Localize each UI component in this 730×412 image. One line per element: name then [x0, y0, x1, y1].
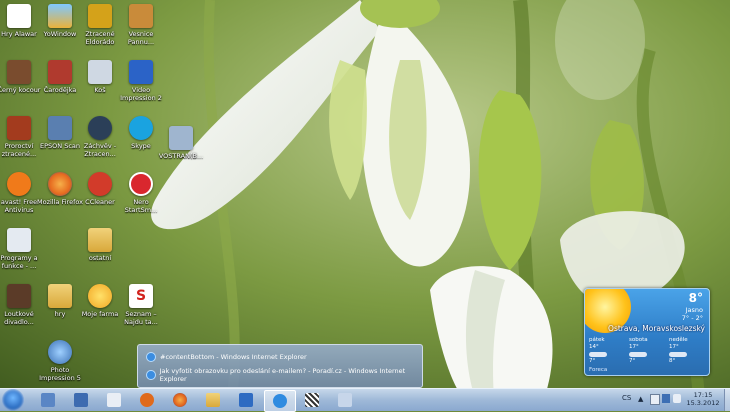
internet-explorer-icon — [146, 352, 156, 362]
nero-icon — [129, 172, 153, 196]
internet-explorer-icon — [146, 370, 156, 380]
firefox-icon — [48, 172, 72, 196]
notepad-icon — [107, 393, 121, 407]
game-character-icon — [7, 60, 31, 84]
witch-game-icon — [48, 60, 72, 84]
taskbar-button-paint[interactable] — [330, 390, 360, 410]
explorer-folder-icon — [206, 393, 220, 407]
weather-temperature: 8° — [688, 291, 703, 305]
network-tray-icon[interactable] — [662, 394, 670, 403]
flower-game-icon — [88, 284, 112, 308]
yowindow-icon — [48, 4, 72, 28]
weather-location: Ostrava, Moravskoslezský — [608, 324, 705, 333]
skype-icon — [129, 116, 153, 140]
recycle-bin-icon — [88, 60, 112, 84]
taskbar: CS ▲ 17:15 15.3.2012 — [0, 388, 730, 412]
forecast-day: pátek 14° 7° — [587, 337, 627, 365]
flag-icon[interactable] — [650, 394, 660, 405]
paint-brush-icon — [74, 393, 88, 407]
cloud-icon — [589, 352, 607, 357]
game-icon — [88, 116, 112, 140]
network-icon — [41, 393, 55, 407]
desktop-icon-video-impression[interactable]: Video Impression 2 — [117, 60, 165, 102]
avast-icon — [7, 172, 31, 196]
taskbar-button-paint-brush[interactable] — [66, 390, 96, 410]
start-button[interactable] — [2, 389, 24, 411]
windows-logo-icon — [239, 393, 253, 407]
taskbar-button-media-player[interactable] — [132, 390, 162, 410]
taskbar-button-zebra[interactable] — [297, 390, 327, 410]
network-drive-icon — [169, 126, 193, 150]
desktop-icon-seznam[interactable]: S Seznam – Najdu ta... — [117, 284, 165, 326]
cloud-icon — [629, 352, 647, 357]
game-icon — [7, 284, 31, 308]
weather-source-link[interactable]: Foreca — [589, 367, 607, 373]
document-icon — [7, 4, 31, 28]
paint-icon — [338, 393, 352, 407]
video-impression-icon — [129, 60, 153, 84]
taskbar-button-notepad[interactable] — [99, 390, 129, 410]
internet-explorer-icon — [273, 394, 287, 408]
weather-gadget[interactable]: 8° Jasno 7° - 2° Ostrava, Moravskoslezsk… — [584, 288, 710, 376]
ccleaner-icon — [88, 172, 112, 196]
desktop-icon-nero[interactable]: Nero StartSm... — [117, 172, 165, 214]
ie-window-item[interactable]: Jak vyfotit obrazovku pro odeslání e-mai… — [146, 367, 422, 383]
desktop-icon-vostran[interactable]: VOSTRAN(B... — [157, 126, 205, 160]
taskbar-button-windows[interactable] — [231, 390, 261, 410]
game-icon — [129, 4, 153, 28]
taskbar-button-explorer[interactable] — [198, 390, 228, 410]
taskbar-button-internet-explorer[interactable] — [264, 390, 296, 412]
forecast-day: sobota 17° 7° — [629, 337, 648, 364]
scanner-icon — [48, 116, 72, 140]
photo-impression-icon — [48, 340, 72, 364]
show-desktop-button[interactable] — [724, 389, 730, 411]
folder-icon — [88, 228, 112, 252]
taskbar-button-network[interactable] — [33, 390, 63, 410]
desktop-icon-programy[interactable]: Programy a funkce - ... — [0, 228, 43, 270]
system-clock[interactable]: 17:15 15.3.2012 — [684, 391, 722, 407]
forecast-day: neděle 17° 8° — [669, 337, 688, 364]
game-icon — [7, 116, 31, 140]
seznam-icon: S — [129, 284, 153, 308]
zebra-icon — [305, 393, 319, 407]
volume-icon[interactable] — [673, 394, 681, 403]
pyramid-game-icon — [88, 4, 112, 28]
language-indicator[interactable]: CS — [622, 394, 631, 402]
ie-window-list-popup: #contentBottom - Windows Internet Explor… — [137, 344, 423, 388]
weather-range: 7° - 2° — [681, 314, 703, 322]
desktop-icon-photo-impression[interactable]: Photo Impression 5 — [36, 340, 84, 382]
desktop-icon-vesnice[interactable]: Vesnice Pannu... — [117, 4, 165, 46]
programs-icon — [7, 228, 31, 252]
desktop-icon-ostatni[interactable]: ostatní — [76, 228, 124, 262]
cloud-icon — [669, 352, 687, 357]
folder-icon — [48, 284, 72, 308]
ie-window-item[interactable]: #contentBottom - Windows Internet Explor… — [146, 351, 307, 363]
weather-forecast: pátek 14° 7° sobota 17° 7° neděle 17° 8° — [587, 337, 707, 365]
weather-condition: Jasno — [685, 306, 703, 314]
taskbar-button-firefox[interactable] — [165, 390, 195, 410]
firefox-icon — [173, 393, 187, 407]
media-player-icon — [140, 393, 154, 407]
tray-up-arrow-icon[interactable]: ▲ — [638, 395, 643, 403]
